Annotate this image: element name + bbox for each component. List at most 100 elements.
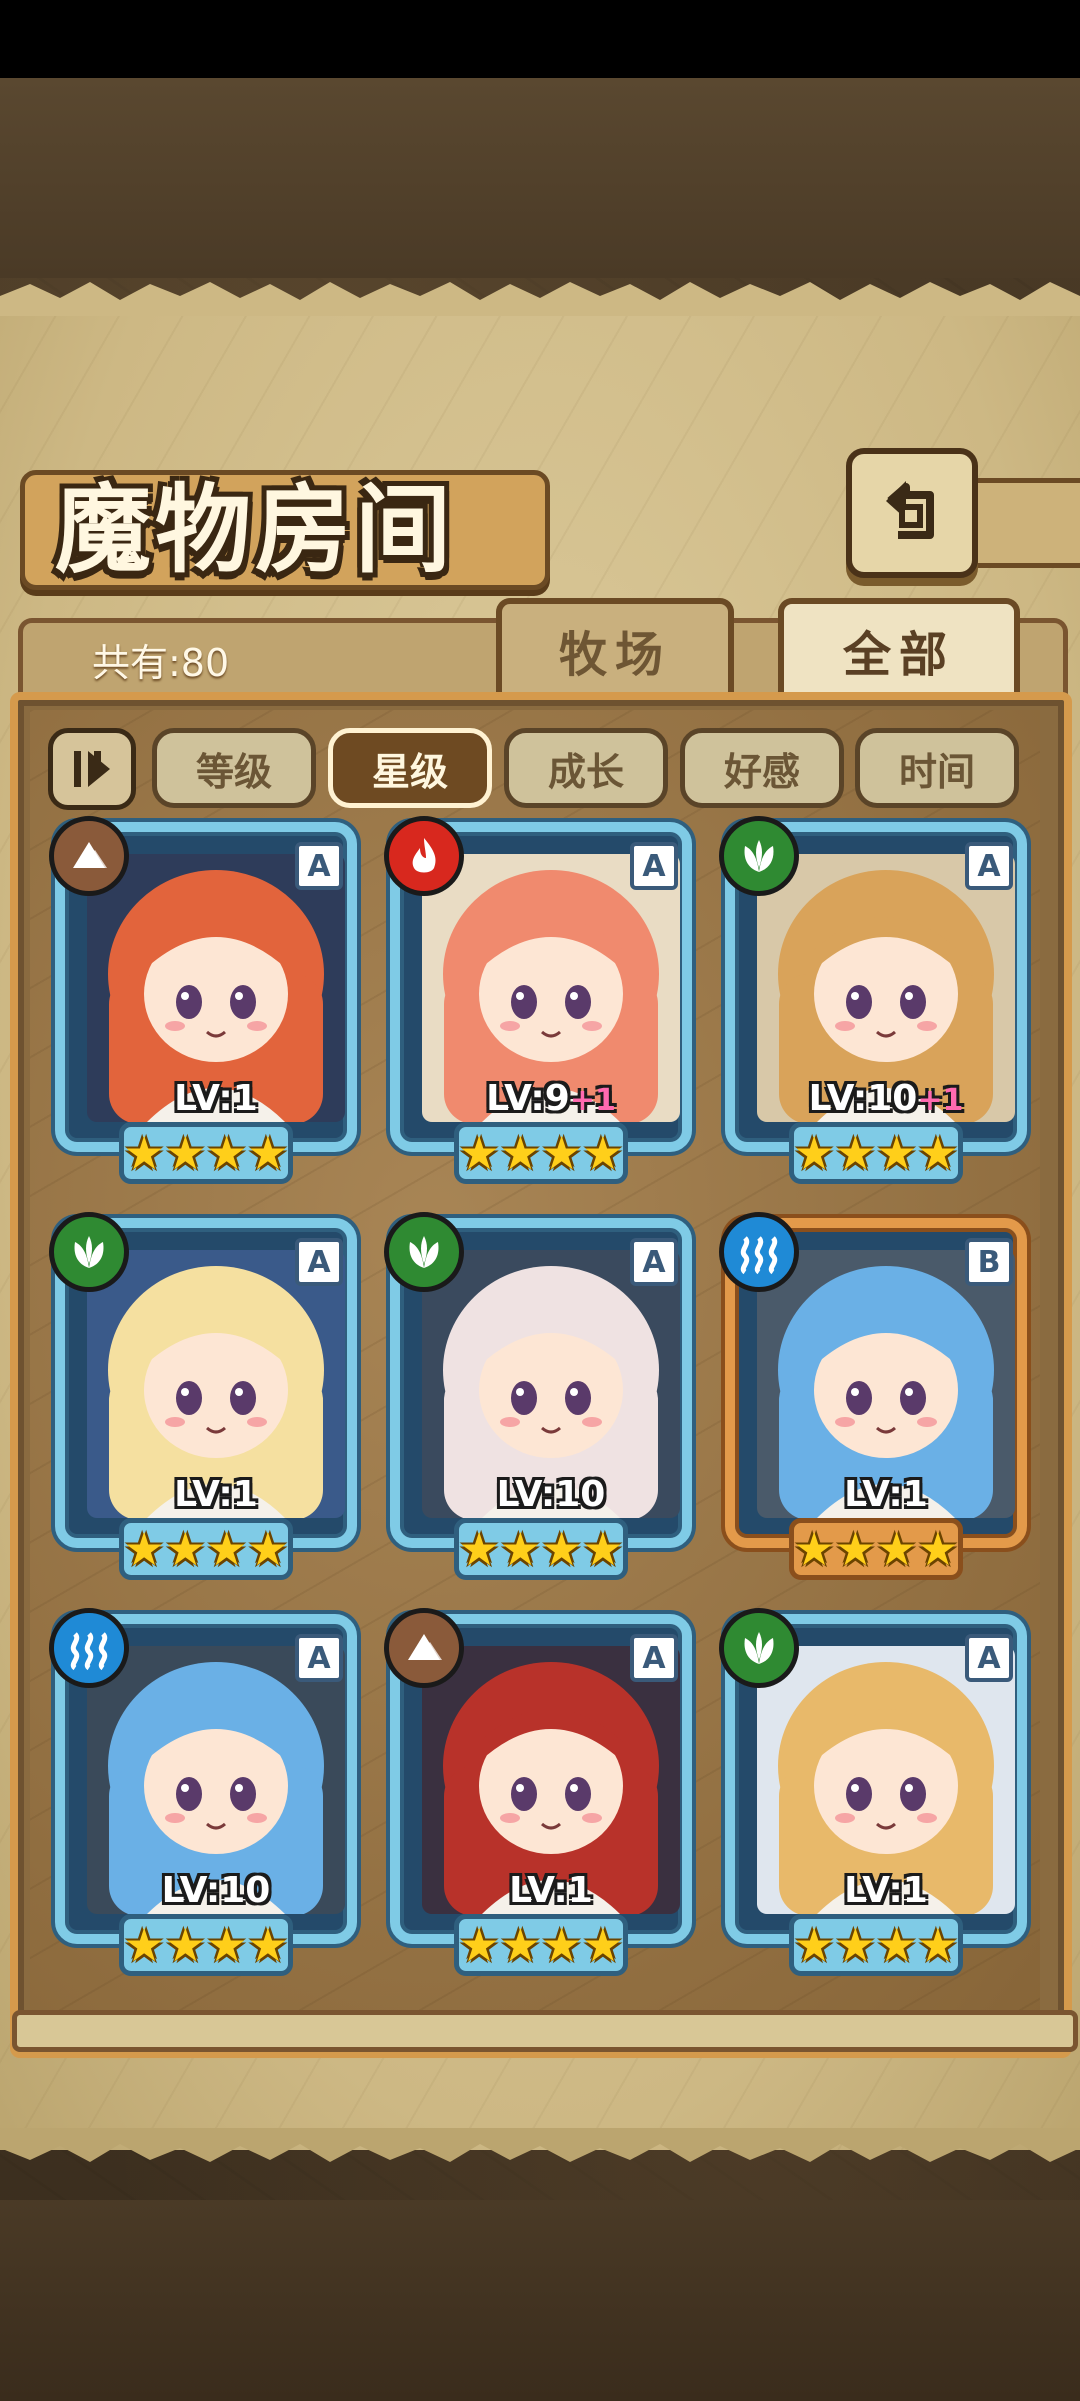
rank-badge: A	[295, 842, 343, 890]
star-icon: ★	[541, 1918, 583, 1972]
filter-star[interactable]: 星级	[328, 728, 492, 808]
star-icon: ★	[541, 1126, 583, 1180]
star-icon: ★	[458, 1522, 500, 1576]
nature-element-icon	[719, 1608, 799, 1688]
star-icon: ★	[164, 1918, 206, 1972]
star-icon: ★	[917, 1918, 959, 1972]
star-icon: ★	[247, 1918, 289, 1972]
level-label: LV:1	[65, 1078, 367, 1119]
star-icon: ★	[834, 1918, 876, 1972]
star-icon: ★	[793, 1918, 835, 1972]
level-label: LV:1	[400, 1870, 702, 1911]
star-icon: ★	[917, 1522, 959, 1576]
tab-label: 牧场	[558, 627, 671, 683]
star-icon: ★	[123, 1522, 165, 1576]
level-label: LV:9+1	[400, 1078, 702, 1119]
level-bonus: +1	[569, 1083, 616, 1118]
star-icon: ★	[206, 1126, 248, 1180]
rank-badge: A	[295, 1238, 343, 1286]
filter-growth[interactable]: 成长	[504, 728, 668, 808]
star-icon: ★	[499, 1918, 541, 1972]
sort-order-button[interactable]	[48, 728, 136, 810]
nature-element-icon	[719, 816, 799, 896]
star-icon: ★	[793, 1126, 835, 1180]
level-label: LV:1	[735, 1870, 1037, 1911]
star-rating: ★ ★ ★ ★	[789, 1122, 963, 1184]
rank-badge: A	[630, 1238, 678, 1286]
monster-card[interactable]: LV:1 B ★ ★ ★ ★	[719, 1212, 1027, 1588]
star-icon: ★	[793, 1522, 835, 1576]
level-label: LV:10	[65, 1870, 367, 1911]
monster-card[interactable]: LV:1 A ★ ★ ★ ★	[49, 816, 357, 1192]
star-icon: ★	[247, 1522, 289, 1576]
filter-label: 时间	[898, 749, 975, 794]
star-icon: ★	[876, 1522, 918, 1576]
water-element-icon	[719, 1212, 799, 1292]
return-icon	[886, 481, 934, 539]
list-bottom-rail	[12, 2010, 1078, 2052]
level-value: LV:10	[808, 1078, 918, 1119]
top-map-band	[0, 78, 1080, 278]
star-icon: ★	[123, 1918, 165, 1972]
filter-label: 星级	[371, 749, 448, 794]
level-label: LV:10+1	[735, 1078, 1037, 1119]
star-rating: ★ ★ ★ ★	[119, 1914, 293, 1976]
monster-count: 共有:80	[92, 641, 230, 685]
star-icon: ★	[499, 1126, 541, 1180]
star-icon: ★	[458, 1126, 500, 1180]
star-rating: ★ ★ ★ ★	[119, 1518, 293, 1580]
star-icon: ★	[834, 1126, 876, 1180]
page-title: 魔物房间	[55, 473, 455, 586]
tab-all[interactable]: 全部	[778, 598, 1020, 696]
filter-affection[interactable]: 好感	[680, 728, 844, 808]
filter-level[interactable]: 等级	[152, 728, 316, 808]
level-value: LV:1	[174, 1474, 258, 1515]
star-icon: ★	[582, 1918, 624, 1972]
nature-element-icon	[49, 1212, 129, 1292]
monster-card[interactable]: LV:1 A ★ ★ ★ ★	[719, 1608, 1027, 1984]
fire-element-icon	[384, 816, 464, 896]
star-icon: ★	[247, 1126, 289, 1180]
monster-card[interactable]: LV:10 A ★ ★ ★ ★	[49, 1608, 357, 1984]
star-icon: ★	[917, 1126, 959, 1180]
rank-badge: A	[630, 842, 678, 890]
tab-pasture[interactable]: 牧场	[496, 598, 734, 696]
star-icon: ★	[164, 1522, 206, 1576]
star-rating: ★ ★ ★ ★	[789, 1914, 963, 1976]
parchment-bottom-edge	[0, 2128, 1080, 2162]
level-value: LV:1	[844, 1474, 928, 1515]
level-value: LV:9	[486, 1078, 570, 1119]
level-value: LV:1	[509, 1870, 593, 1911]
star-icon: ★	[499, 1522, 541, 1576]
status-bar	[0, 0, 1080, 78]
bottom-map-band	[0, 2200, 1080, 2401]
level-value: LV:1	[174, 1078, 258, 1119]
rank-badge: A	[295, 1634, 343, 1682]
monster-card[interactable]: LV:10+1 A ★ ★ ★ ★	[719, 816, 1027, 1192]
monster-card[interactable]: LV:1 A ★ ★ ★ ★	[49, 1212, 357, 1588]
filter-time[interactable]: 时间	[855, 728, 1019, 808]
star-rating: ★ ★ ★ ★	[119, 1122, 293, 1184]
star-icon: ★	[582, 1522, 624, 1576]
back-button[interactable]	[846, 448, 978, 578]
rank-badge: A	[965, 842, 1013, 890]
star-icon: ★	[876, 1918, 918, 1972]
monster-card[interactable]: LV:1 A ★ ★ ★ ★	[384, 1608, 692, 1984]
level-value: LV:1	[844, 1870, 928, 1911]
star-icon: ★	[206, 1918, 248, 1972]
sort-order-icon	[74, 751, 110, 787]
monster-card[interactable]: LV:10 A ★ ★ ★ ★	[384, 1212, 692, 1588]
nature-element-icon	[384, 1212, 464, 1292]
earth-element-icon	[49, 816, 129, 896]
star-icon: ★	[458, 1918, 500, 1972]
star-icon: ★	[123, 1126, 165, 1180]
star-icon: ★	[164, 1126, 206, 1180]
earth-element-icon	[384, 1608, 464, 1688]
rank-badge: A	[630, 1634, 678, 1682]
star-icon: ★	[206, 1522, 248, 1576]
filter-label: 成长	[547, 749, 624, 794]
star-icon: ★	[582, 1126, 624, 1180]
monster-card[interactable]: LV:9+1 A ★ ★ ★ ★	[384, 816, 692, 1192]
parchment-top-edge	[0, 282, 1080, 316]
star-rating: ★ ★ ★ ★	[454, 1518, 628, 1580]
